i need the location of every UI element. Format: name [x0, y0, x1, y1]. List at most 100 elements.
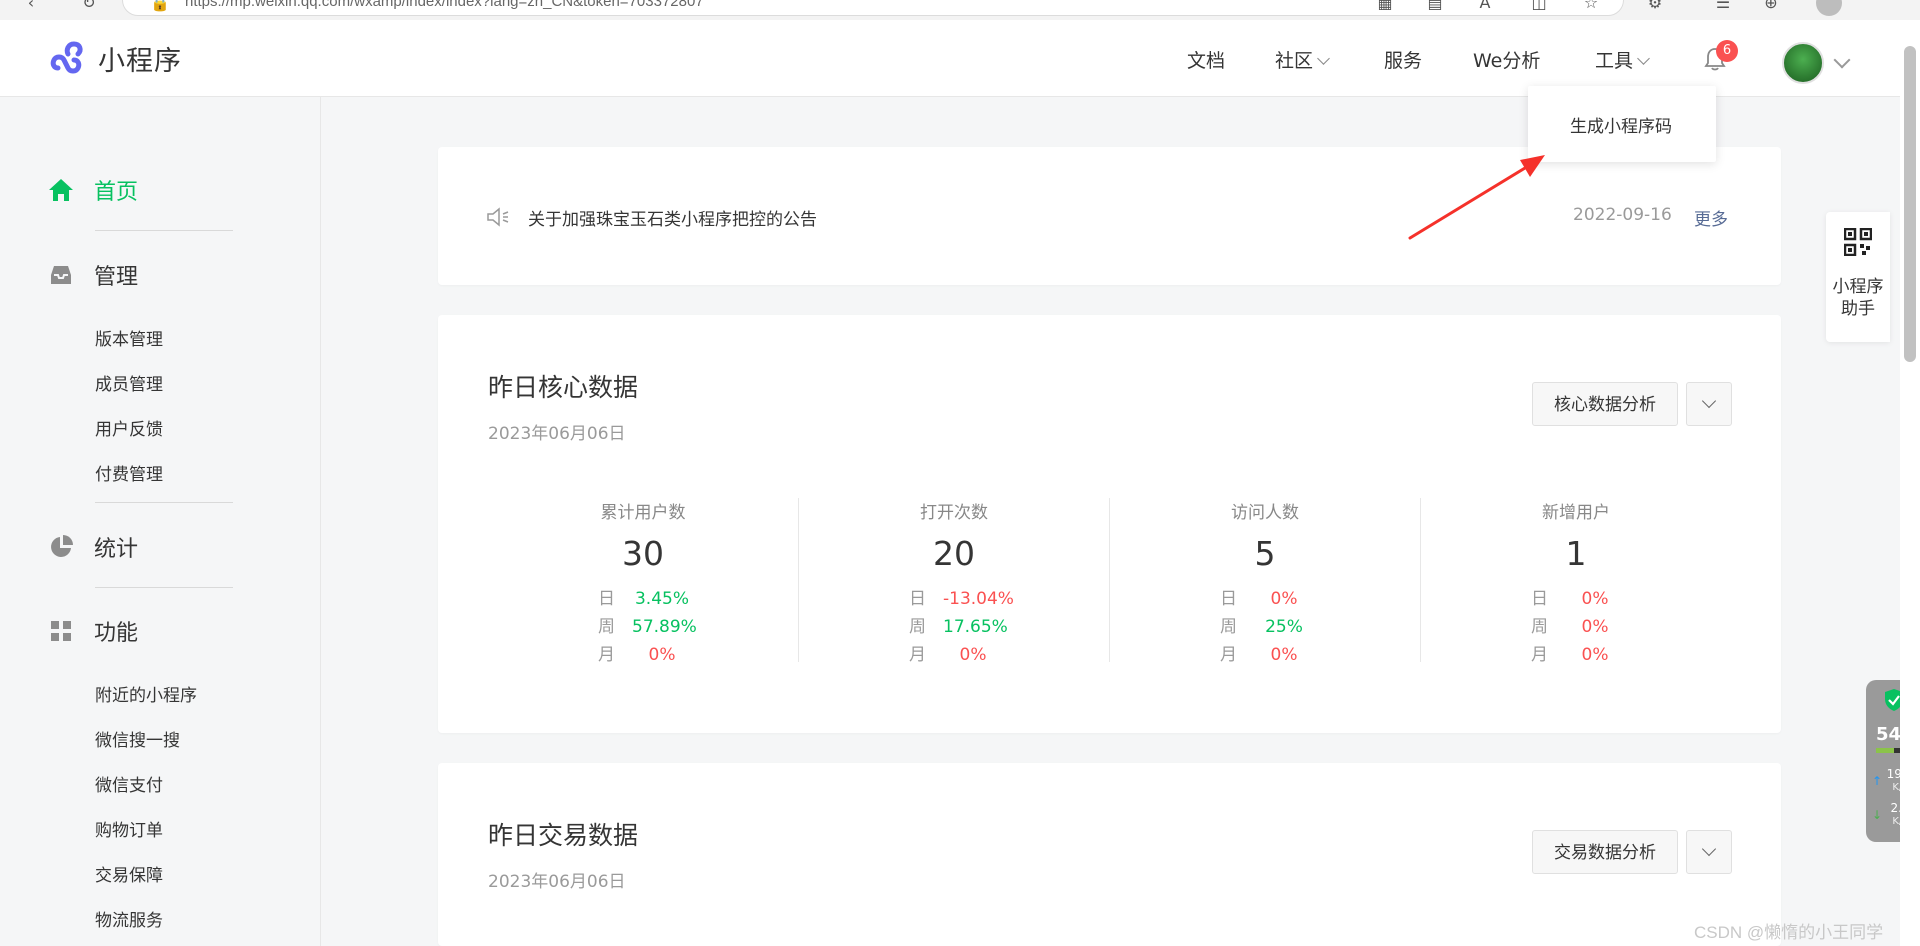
- sidebar-item-version-manage[interactable]: 版本管理: [95, 325, 163, 350]
- divider: [95, 230, 233, 231]
- metric-month-change: 月 0%: [598, 640, 692, 665]
- refresh-icon[interactable]: ↻: [80, 0, 98, 12]
- back-icon[interactable]: ‹: [22, 0, 40, 12]
- sidebar-item-features[interactable]: 功能: [48, 615, 138, 647]
- period-label: 日: [1531, 589, 1548, 609]
- chevron-down-icon: [1317, 52, 1330, 65]
- split-screen-icon[interactable]: ◫: [1530, 0, 1548, 12]
- metric-week-change: 周 57.89%: [598, 612, 697, 637]
- tools-dropdown-menu: 生成小程序码: [1528, 86, 1716, 162]
- trade-data-dropdown-button[interactable]: [1686, 830, 1732, 874]
- settings-icon[interactable]: ⚙: [1646, 0, 1664, 12]
- speaker-icon: [487, 207, 509, 227]
- trade-data-analysis-button[interactable]: 交易数据分析: [1532, 830, 1678, 874]
- home-icon: [49, 179, 73, 201]
- period-label: 周: [909, 617, 926, 637]
- logo-text: 小程序: [98, 45, 182, 77]
- core-data-card: 昨日核心数据 2023年06月06日 核心数据分析 累计用户数 30 日 3.45…: [438, 315, 1781, 733]
- metric-visitors: 访问人数 5 日 0% 周 25% 月 0%: [1110, 498, 1421, 665]
- sidebar-item-home[interactable]: 首页: [48, 174, 138, 206]
- scrollbar-thumb[interactable]: [1904, 46, 1916, 362]
- metric-month-change: 月 0%: [1220, 640, 1314, 665]
- section-title: 昨日交易数据: [488, 821, 639, 850]
- section-date: 2023年06月06日: [488, 424, 626, 444]
- sidebar-item-manage[interactable]: 管理: [48, 259, 138, 291]
- nav-tools-label: 工具: [1595, 50, 1634, 72]
- metric-label: 新增用户: [1542, 503, 1610, 523]
- sidebar-item-payment-manage[interactable]: 付费管理: [95, 460, 163, 485]
- helper-label: 小程序 助手: [1826, 276, 1890, 320]
- change-value: 0%: [959, 645, 987, 665]
- sidebar-item-stats[interactable]: 统计: [48, 531, 138, 563]
- sidebar-item-wechat-search[interactable]: 微信搜一搜: [95, 726, 180, 751]
- sidebar-item-nearby[interactable]: 附近的小程序: [95, 681, 197, 706]
- metric-week-change: 周 17.65%: [909, 612, 1008, 637]
- logo[interactable]: 小程序: [48, 38, 182, 78]
- mini-program-helper[interactable]: 小程序 助手: [1826, 212, 1890, 342]
- notification-badge: 6: [1716, 40, 1738, 62]
- metric-day-change: 日 0%: [1531, 584, 1625, 609]
- collections-icon[interactable]: ☰: [1714, 0, 1732, 12]
- menu-item-generate-qrcode[interactable]: 生成小程序码: [1570, 112, 1672, 137]
- notice-title-link[interactable]: 关于加强珠宝玉石类小程序把控的公告: [528, 205, 817, 230]
- sidebar-item-trade-guarantee[interactable]: 交易保障: [95, 861, 163, 886]
- pie-chart-icon: [51, 535, 73, 557]
- change-value: -13.04%: [943, 589, 1014, 609]
- metric-new-users: 新增用户 1 日 0% 周 0% 月 0%: [1421, 498, 1731, 665]
- extensions-icon[interactable]: ⊕: [1762, 0, 1780, 12]
- nav-community[interactable]: 社区: [1275, 46, 1330, 73]
- nav-we-analysis[interactable]: We分析: [1473, 46, 1540, 73]
- change-value: 0%: [1581, 617, 1609, 637]
- core-data-analysis-button[interactable]: 核心数据分析: [1532, 382, 1678, 426]
- address-bar-url: https://mp.weixin.qq.com/wxamp/index/ind…: [185, 0, 704, 10]
- lock-icon[interactable]: 🔒: [150, 0, 170, 12]
- period-label: 周: [1220, 617, 1237, 637]
- profile-icon[interactable]: [1816, 0, 1842, 16]
- nav-docs[interactable]: 文档: [1187, 46, 1225, 73]
- metric-week-change: 周 25%: [1220, 612, 1314, 637]
- reader-icon[interactable]: ▤: [1426, 0, 1444, 12]
- trade-data-card: 昨日交易数据 2023年06月06日 交易数据分析: [438, 763, 1781, 946]
- nav-tools[interactable]: 工具: [1595, 46, 1650, 73]
- divider: [95, 502, 233, 503]
- read-aloud-icon[interactable]: A: [1476, 0, 1494, 12]
- sidebar-item-wechat-pay[interactable]: 微信支付: [95, 771, 163, 796]
- grid-icon: [51, 621, 71, 641]
- sidebar-item-orders[interactable]: 购物订单: [95, 816, 163, 841]
- metric-opens: 打开次数 20 日 -13.04% 周 17.65% 月 0%: [799, 498, 1110, 665]
- metric-total-users: 累计用户数 30 日 3.45% 周 57.89% 月 0%: [488, 498, 799, 665]
- memory-bar-fill: [1876, 748, 1895, 753]
- nav-services[interactable]: 服务: [1384, 46, 1422, 73]
- period-label: 月: [1531, 645, 1548, 665]
- period-label: 日: [1220, 589, 1237, 609]
- period-label: 周: [1531, 617, 1548, 637]
- sidebar-item-label: 管理: [94, 265, 139, 290]
- chevron-down-icon[interactable]: [1833, 51, 1851, 69]
- core-data-dropdown-button[interactable]: [1686, 382, 1732, 426]
- change-value: 0%: [1581, 589, 1609, 609]
- metric-value: 30: [622, 534, 664, 573]
- change-value: 0%: [648, 645, 676, 665]
- helper-label-line2: 助手: [1841, 299, 1875, 319]
- favorite-icon[interactable]: ☆: [1582, 0, 1600, 12]
- sidebar-item-logistics[interactable]: 物流服务: [95, 906, 163, 931]
- sidebar: 首页 管理 版本管理 成员管理 用户反馈 付费管理 统计 功能 附近的小程序 微…: [0, 97, 321, 946]
- watermark: CSDN @懒惰的小王同学: [1694, 923, 1884, 942]
- chevron-down-icon: [1637, 52, 1650, 65]
- metric-value: 20: [933, 534, 975, 573]
- apps-icon[interactable]: ▦: [1376, 0, 1394, 12]
- avatar[interactable]: [1782, 42, 1824, 84]
- notice-card: 关于加强珠宝玉石类小程序把控的公告 2022-09-16 更多: [438, 147, 1781, 285]
- notice-more-link[interactable]: 更多: [1694, 205, 1728, 230]
- sidebar-item-member-manage[interactable]: 成员管理: [95, 370, 163, 395]
- metric-value: 5: [1254, 534, 1276, 573]
- divider: [95, 587, 233, 588]
- sidebar-item-label: 统计: [94, 537, 139, 562]
- page-scrollbar[interactable]: [1900, 20, 1920, 946]
- download-arrow-icon: ↓: [1872, 808, 1883, 822]
- qrcode-icon: [1844, 228, 1872, 256]
- sidebar-item-user-feedback[interactable]: 用户反馈: [95, 415, 163, 440]
- period-label: 月: [909, 645, 926, 665]
- metric-value: 1: [1565, 534, 1587, 573]
- period-label: 日: [909, 589, 926, 609]
